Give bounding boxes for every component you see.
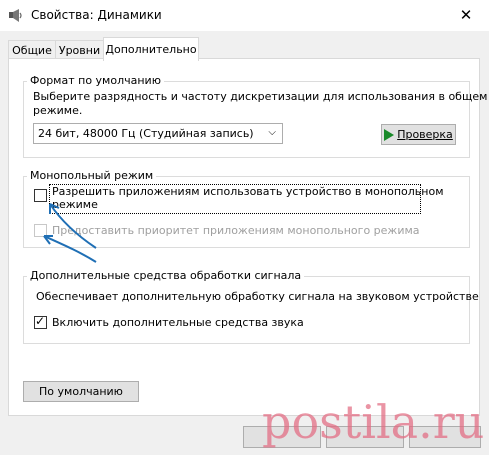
tab-label: Дополнительно (105, 43, 197, 56)
watermark-text: postila.ru (262, 395, 485, 449)
tab-advanced[interactable]: Дополнительно (103, 37, 199, 61)
arrow-lower (43, 235, 97, 263)
annotation-arrows (43, 203, 97, 263)
